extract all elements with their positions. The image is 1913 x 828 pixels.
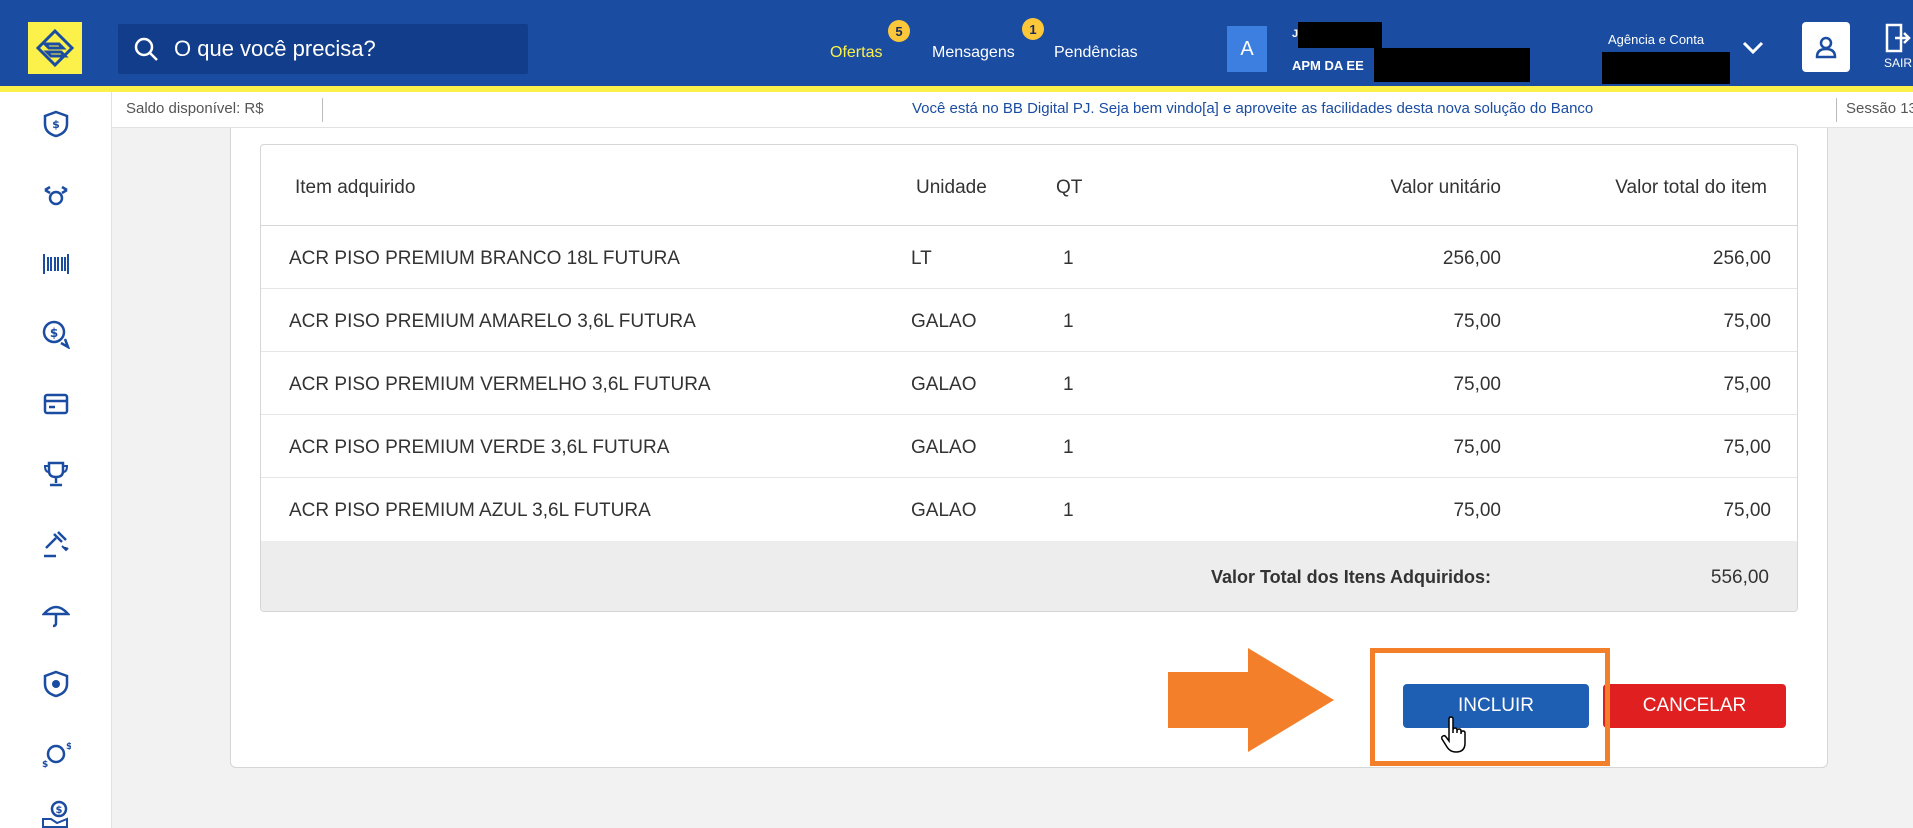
trophy-icon[interactable] bbox=[36, 454, 76, 494]
item-unit-price: 75,00 bbox=[1453, 437, 1501, 458]
welcome-ticker: Você está no BB Digital PJ. Seja bem vin… bbox=[912, 100, 1594, 117]
hand-money-icon[interactable]: $ bbox=[36, 794, 76, 828]
transfer-icon[interactable] bbox=[36, 176, 76, 216]
header-valor-total: Valor total do item bbox=[1615, 177, 1767, 198]
svg-text:$: $ bbox=[66, 742, 71, 752]
item-qty: 1 bbox=[1063, 311, 1074, 332]
user-name-line2: APM DA EE bbox=[1292, 58, 1364, 73]
total-label: Valor Total dos Itens Adquiridos: bbox=[1211, 567, 1492, 587]
cancelar-button[interactable]: CANCELAR bbox=[1603, 684, 1786, 728]
app-window: O que você precisa? Ofertas 5 Mensagens … bbox=[0, 0, 1913, 828]
table-row: ACR PISO PREMIUM VERMELHO 3,6L FUTURA GA… bbox=[261, 352, 1797, 415]
search-box[interactable]: O que você precisa? bbox=[118, 24, 528, 74]
item-name: ACR PISO PREMIUM VERMELHO 3,6L FUTURA bbox=[289, 374, 711, 395]
chevron-down-icon[interactable] bbox=[1738, 32, 1768, 64]
svg-text:$: $ bbox=[42, 760, 48, 769]
barcode-icon[interactable] bbox=[36, 244, 76, 284]
redaction-block bbox=[1374, 48, 1530, 82]
exchange-icon[interactable]: $ $ bbox=[36, 734, 76, 774]
divider bbox=[1836, 98, 1837, 122]
card-icon[interactable] bbox=[36, 384, 76, 424]
table-row: ACR PISO PREMIUM AZUL 3,6L FUTURA GALAO … bbox=[261, 478, 1797, 541]
bb-logo-icon bbox=[35, 28, 75, 68]
mensagens-badge: 1 bbox=[1022, 18, 1044, 40]
hand-cursor-icon bbox=[1440, 716, 1466, 753]
nav-pendencias[interactable]: Pendências bbox=[1054, 44, 1138, 62]
table-row: ACR PISO PREMIUM BRANCO 18L FUTURA LT 1 … bbox=[261, 226, 1797, 289]
svg-text:$: $ bbox=[50, 326, 58, 340]
nav-mensagens[interactable]: Mensagens bbox=[932, 44, 1015, 62]
money-cycle-icon[interactable]: $ bbox=[36, 314, 76, 354]
item-qty: 1 bbox=[1063, 500, 1074, 521]
annotation-highlight bbox=[1370, 648, 1610, 766]
annotation-arrow-icon bbox=[1168, 648, 1334, 752]
table-row: ACR PISO PREMIUM VERDE 3,6L FUTURA GALAO… bbox=[261, 415, 1797, 478]
item-qty: 1 bbox=[1063, 248, 1074, 269]
item-qty: 1 bbox=[1063, 437, 1074, 458]
item-unit-price: 75,00 bbox=[1453, 374, 1501, 395]
bb-logo[interactable] bbox=[28, 22, 82, 74]
item-unit: GALAO bbox=[911, 437, 977, 458]
item-total: 75,00 bbox=[1723, 374, 1771, 395]
sidebar: $ $ $ $ $ bbox=[0, 92, 112, 828]
redaction-block bbox=[1602, 52, 1730, 84]
total-value: 556,00 bbox=[1710, 567, 1769, 588]
header-qt: QT bbox=[1056, 177, 1083, 198]
session-timer: Sessão 13:49 bbox=[1846, 100, 1913, 117]
item-total: 75,00 bbox=[1723, 437, 1771, 458]
header-item: Item adquirido bbox=[295, 177, 416, 198]
item-name: ACR PISO PREMIUM AMARELO 3,6L FUTURA bbox=[289, 311, 696, 332]
item-total: 256,00 bbox=[1712, 248, 1771, 269]
shield-money-icon[interactable]: $ bbox=[36, 104, 76, 144]
exit-button[interactable]: SAIR bbox=[1878, 22, 1913, 82]
item-total: 75,00 bbox=[1723, 311, 1771, 332]
item-name: ACR PISO PREMIUM AZUL 3,6L FUTURA bbox=[289, 500, 651, 521]
item-unit-price: 75,00 bbox=[1453, 311, 1501, 332]
items-table: Item adquirido Unidade QT Valor unitário… bbox=[260, 144, 1798, 612]
user-icon bbox=[1815, 36, 1837, 59]
header-valor-unitario: Valor unitário bbox=[1390, 177, 1501, 198]
exit-icon bbox=[1885, 23, 1911, 53]
item-name: ACR PISO PREMIUM BRANCO 18L FUTURA bbox=[289, 248, 680, 269]
item-qty: 1 bbox=[1063, 374, 1074, 395]
header-unidade: Unidade bbox=[916, 177, 987, 198]
item-total: 75,00 bbox=[1723, 500, 1771, 521]
search-icon bbox=[126, 24, 166, 74]
item-unit: GALAO bbox=[911, 500, 977, 521]
ofertas-badge: 5 bbox=[888, 20, 910, 42]
table-row: ACR PISO PREMIUM AMARELO 3,6L FUTURA GAL… bbox=[261, 289, 1797, 352]
search-input[interactable]: O que você precisa? bbox=[174, 36, 376, 62]
profile-button[interactable] bbox=[1802, 22, 1850, 72]
top-bar: O que você precisa? Ofertas 5 Mensagens … bbox=[0, 0, 1913, 92]
divider bbox=[322, 98, 323, 122]
security-shield-icon[interactable] bbox=[36, 664, 76, 704]
item-unit-price: 256,00 bbox=[1442, 248, 1501, 269]
item-name: ACR PISO PREMIUM VERDE 3,6L FUTURA bbox=[289, 437, 670, 458]
info-bar: Saldo disponível: R$ Você está no BB Dig… bbox=[112, 92, 1913, 128]
item-unit: GALAO bbox=[911, 374, 977, 395]
svg-text:$: $ bbox=[52, 118, 60, 131]
svg-text:$: $ bbox=[56, 805, 63, 816]
exit-label: SAIR bbox=[1883, 56, 1912, 70]
item-unit: GALAO bbox=[911, 311, 977, 332]
item-unit: LT bbox=[911, 248, 932, 269]
auction-icon[interactable] bbox=[36, 524, 76, 564]
account-selector-label[interactable]: Agência e Conta bbox=[1608, 32, 1704, 47]
item-unit-price: 75,00 bbox=[1453, 500, 1501, 521]
nav-ofertas[interactable]: Ofertas bbox=[830, 44, 882, 62]
available-balance[interactable]: Saldo disponível: R$ bbox=[126, 100, 264, 117]
total-row: Valor Total dos Itens Adquiridos: 556,00 bbox=[261, 541, 1797, 611]
avatar[interactable]: A bbox=[1227, 26, 1267, 72]
umbrella-icon[interactable] bbox=[36, 594, 76, 634]
redaction-block bbox=[1298, 22, 1382, 48]
